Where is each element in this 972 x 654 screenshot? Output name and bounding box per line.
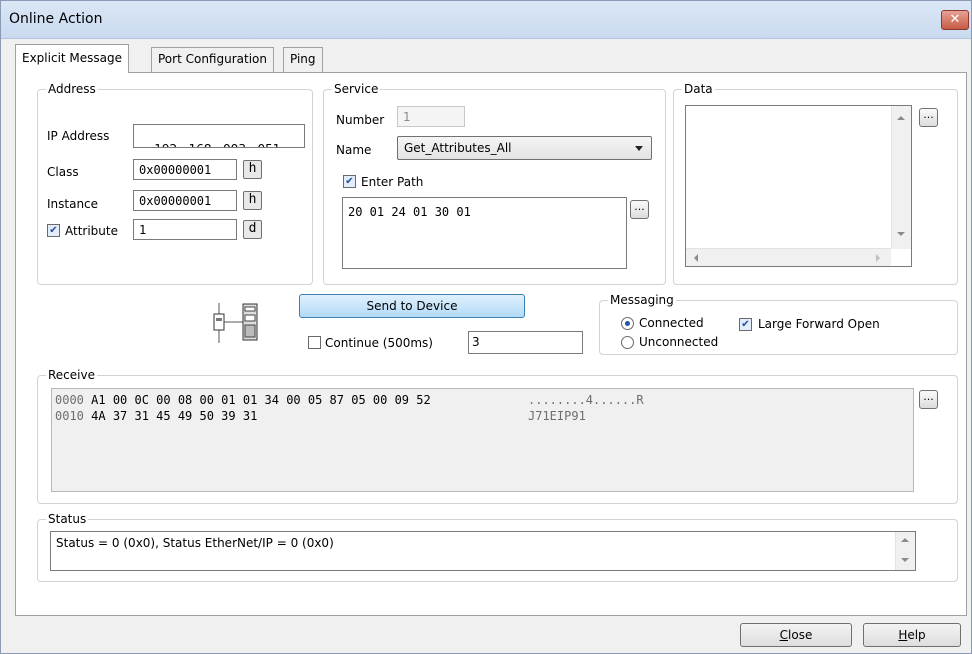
title-bar: Online Action ✕	[1, 1, 971, 39]
ip-separator: .	[250, 142, 254, 147]
receive-row-bytes: A1 00 0C 00 08 00 01 01 34 00 05 87 05 0…	[91, 393, 431, 407]
status-field: Status = 0 (0x0), Status EtherNet/IP = 0…	[50, 531, 916, 571]
receive-row: 0000 A1 00 0C 00 08 00 01 01 34 00 05 87…	[55, 393, 431, 407]
number-field[interactable]: 1	[397, 106, 465, 127]
receive-row: 0010 4A 37 31 45 49 50 39 31	[55, 409, 257, 423]
close-button-hotkey: C	[779, 628, 789, 642]
scroll-right-icon[interactable]	[876, 254, 880, 262]
large-forward-open-checkbox[interactable]: ✔	[739, 318, 752, 331]
receive-row-bytes: 4A 37 31 45 49 50 39 31	[91, 409, 258, 423]
close-button-label: lose	[788, 628, 813, 642]
messaging-legend: Messaging	[610, 293, 674, 307]
class-field[interactable]: 0x00000001	[133, 159, 237, 180]
receive-legend: Receive	[48, 368, 95, 382]
device-connection-icon	[213, 303, 258, 343]
continue-label: Continue (500ms)	[325, 336, 433, 350]
enter-path-checkbox[interactable]: ✔	[343, 175, 356, 188]
instance-field[interactable]: 0x00000001	[133, 190, 237, 211]
ip-octet-3[interactable]: 003	[223, 142, 246, 147]
large-forward-open-label: Large Forward Open	[758, 317, 880, 331]
receive-row-address: 0010	[55, 409, 84, 423]
scroll-up-icon[interactable]	[897, 116, 905, 120]
ip-address-label: IP Address	[47, 129, 110, 143]
ip-address-field[interactable]: 192 . 168 . 003 . 051	[133, 124, 305, 148]
unconnected-label: Unconnected	[639, 335, 719, 349]
ip-separator: .	[181, 142, 185, 147]
name-label: Name	[336, 143, 372, 157]
ip-octet-2[interactable]: 168	[189, 142, 212, 147]
close-button[interactable]: Close	[740, 623, 852, 647]
ip-octet-1[interactable]: 192	[154, 142, 177, 147]
attribute-field[interactable]: 1	[133, 219, 237, 240]
tab-explicit-message[interactable]: Explicit Message	[15, 44, 130, 73]
scroll-left-icon[interactable]	[694, 254, 698, 262]
status-scrollbar[interactable]	[895, 532, 915, 570]
data-legend: Data	[684, 82, 713, 96]
receive-row-ascii: ........4......R	[528, 393, 644, 407]
continue-count-field[interactable]: 3	[468, 331, 583, 354]
scroll-down-icon[interactable]	[901, 558, 909, 562]
path-field[interactable]: 20 01 24 01 30 01	[342, 197, 627, 269]
data-scrollbar-vertical[interactable]	[891, 106, 911, 249]
instance-label: Instance	[47, 197, 99, 211]
scroll-up-icon[interactable]	[901, 538, 909, 542]
online-action-window: Online Action ✕ Explicit Message Port Co…	[0, 0, 972, 654]
instance-base-toggle[interactable]: h	[243, 191, 262, 210]
tab-label: Explicit Message	[22, 51, 123, 65]
tab-port-configuration[interactable]: Port Configuration	[151, 47, 274, 72]
class-base-toggle[interactable]: h	[243, 160, 262, 179]
connected-label: Connected	[639, 316, 704, 330]
ip-separator: .	[215, 142, 219, 147]
status-legend: Status	[48, 512, 87, 526]
tab-ping[interactable]: Ping	[283, 47, 323, 72]
continue-checkbox[interactable]	[308, 336, 321, 349]
path-edit-button[interactable]: ...	[630, 200, 649, 219]
help-button-label: elp	[907, 628, 926, 642]
data-scrollbar-horizontal[interactable]	[686, 248, 891, 266]
receive-hex-view[interactable]: 0000 A1 00 0C 00 08 00 01 01 34 00 05 87…	[51, 388, 914, 492]
receive-row-address: 0000	[55, 393, 84, 407]
data-field[interactable]	[685, 105, 912, 267]
attribute-label: Attribute	[65, 224, 118, 238]
attribute-checkbox[interactable]: ✔	[47, 224, 60, 237]
service-legend: Service	[334, 82, 379, 96]
enter-path-label: Enter Path	[361, 175, 424, 189]
attribute-base-toggle[interactable]: d	[243, 220, 262, 239]
send-to-device-button[interactable]: Send to Device	[299, 294, 525, 318]
data-edit-button[interactable]: ...	[919, 108, 938, 127]
scroll-down-icon[interactable]	[897, 232, 905, 236]
service-name-value: Get_Attributes_All	[404, 141, 512, 155]
number-label: Number	[336, 113, 385, 127]
address-group: Address	[37, 82, 313, 285]
help-button[interactable]: Help	[863, 623, 961, 647]
unconnected-radio[interactable]	[621, 336, 634, 349]
help-button-hotkey: H	[898, 628, 908, 642]
tab-label: Port Configuration	[158, 52, 267, 66]
address-legend: Address	[48, 82, 96, 96]
service-name-select[interactable]: Get_Attributes_All	[397, 136, 652, 160]
close-icon[interactable]: ✕	[941, 10, 969, 30]
class-label: Class	[47, 165, 79, 179]
receive-row-ascii: J71EIP91	[528, 409, 586, 423]
window-title: Online Action	[9, 11, 103, 27]
tab-label: Ping	[290, 52, 316, 66]
ip-octet-4[interactable]: 051	[257, 142, 280, 147]
chevron-down-icon	[635, 146, 643, 151]
connected-radio[interactable]	[621, 317, 634, 330]
receive-edit-button[interactable]: ...	[919, 390, 938, 409]
